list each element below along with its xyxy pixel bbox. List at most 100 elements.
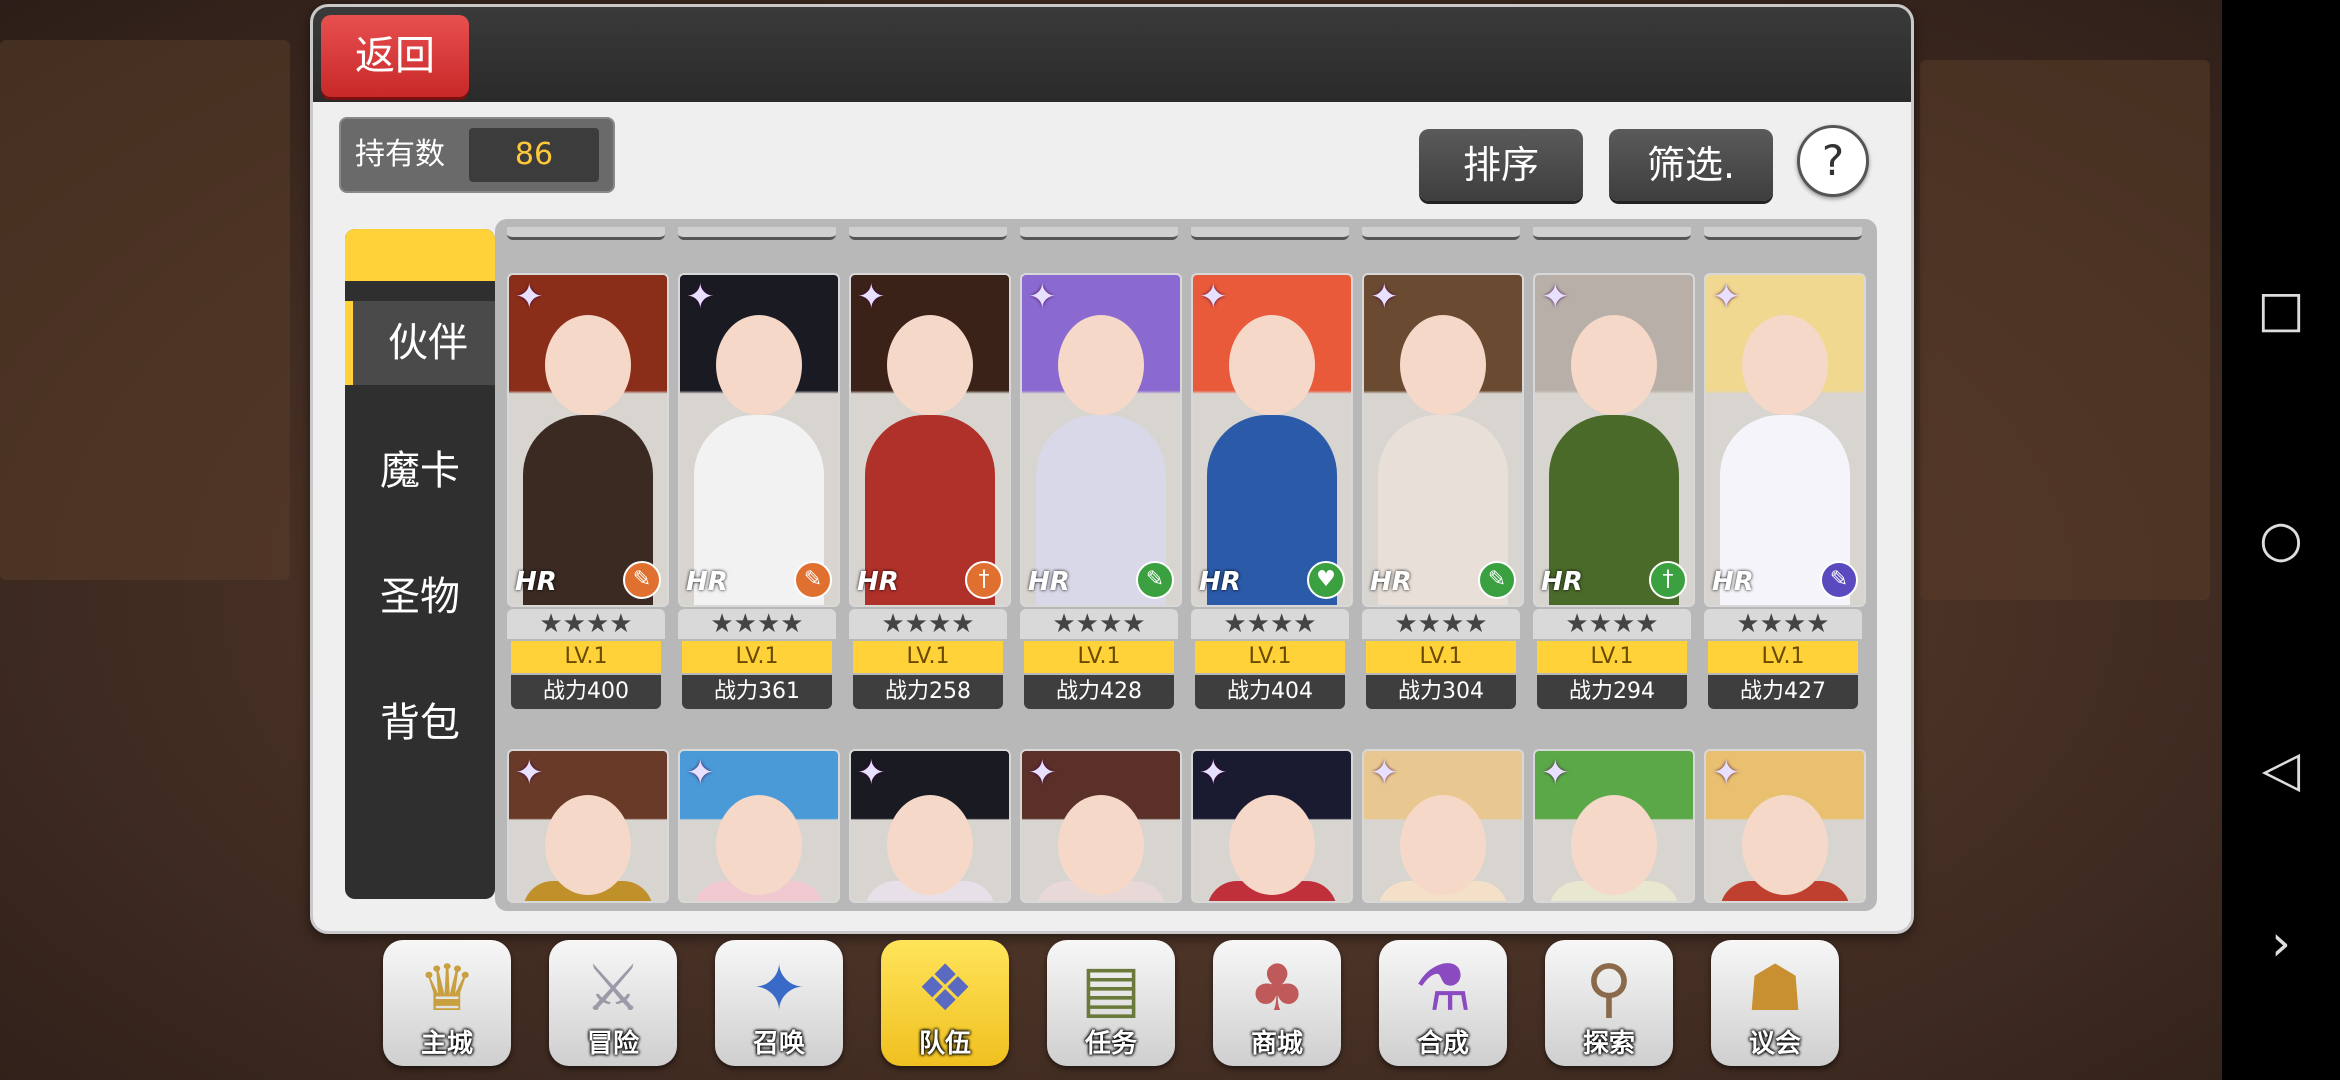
character-card[interactable]: ✦ HR ✎ ★★★★ LV.1 战力361 bbox=[678, 273, 840, 713]
nav-button-8[interactable]: ☗ 议会 bbox=[1711, 940, 1839, 1066]
character-face bbox=[1571, 795, 1657, 895]
character-card[interactable]: ✦ HR ✎ ★★★★ LV.1 战力428 bbox=[1020, 273, 1182, 713]
owned-count-label: 持有数 bbox=[355, 137, 445, 172]
rarity-label: HR bbox=[686, 567, 728, 597]
character-portrait: ✦ bbox=[1704, 749, 1866, 903]
previous-row-edge bbox=[1533, 227, 1691, 240]
star-rating: ★★★★ bbox=[849, 609, 1007, 639]
bg-shelf-right bbox=[1920, 60, 2210, 600]
home-icon[interactable]: ○ bbox=[2252, 510, 2310, 568]
character-portrait: ✦ HR ✎ bbox=[507, 273, 669, 607]
character-face bbox=[1229, 315, 1315, 415]
character-card[interactable]: ✦ HR ✎ ★★★★ LV.1 战力400 bbox=[507, 273, 669, 713]
class-badge-icon: † bbox=[1649, 561, 1687, 599]
power-label: 战力428 bbox=[1024, 675, 1174, 709]
character-card[interactable]: ✦ bbox=[1362, 749, 1524, 909]
nav-button-0[interactable]: ♛ 主城 bbox=[383, 940, 511, 1066]
rarity-crystal-icon: ✦ bbox=[686, 753, 715, 793]
nav-emblem-icon: ♣ bbox=[1248, 952, 1306, 1026]
tab-bag[interactable]: 背包 bbox=[345, 681, 495, 765]
character-card[interactable]: ✦ HR † ★★★★ LV.1 战力294 bbox=[1533, 273, 1695, 713]
tab-magic-card[interactable]: 魔卡 bbox=[345, 429, 495, 513]
character-face bbox=[1742, 315, 1828, 415]
character-card[interactable]: ✦ bbox=[507, 749, 669, 909]
previous-row-edge bbox=[507, 227, 665, 240]
nav-emblem-icon: ▤ bbox=[1080, 952, 1142, 1026]
character-card[interactable]: ✦ HR ♥ ★★★★ LV.1 战力404 bbox=[1191, 273, 1353, 713]
level-label: LV.1 bbox=[1024, 641, 1174, 673]
rarity-crystal-icon: ✦ bbox=[1712, 277, 1741, 317]
rarity-label: HR bbox=[1199, 567, 1241, 597]
header-bar: 返回 bbox=[313, 7, 1911, 102]
character-portrait: ✦ bbox=[678, 749, 840, 903]
rarity-crystal-icon: ✦ bbox=[515, 277, 544, 317]
level-label: LV.1 bbox=[511, 641, 661, 673]
back-icon[interactable]: ◁ bbox=[2252, 740, 2310, 798]
character-card[interactable]: ✦ HR † ★★★★ LV.1 战力258 bbox=[849, 273, 1011, 713]
previous-row-edge bbox=[849, 227, 1007, 240]
rarity-crystal-icon: ✦ bbox=[686, 277, 715, 317]
character-face bbox=[887, 795, 973, 895]
character-portrait: ✦ bbox=[1533, 749, 1695, 903]
character-card[interactable]: ✦ bbox=[1020, 749, 1182, 909]
character-face bbox=[1742, 795, 1828, 895]
rarity-label: HR bbox=[1712, 567, 1754, 597]
character-card[interactable]: ✦ bbox=[1533, 749, 1695, 909]
character-portrait: ✦ HR ✎ bbox=[678, 273, 840, 607]
nav-button-1[interactable]: ⚔ 冒险 bbox=[549, 940, 677, 1066]
power-label: 战力427 bbox=[1708, 675, 1858, 709]
nav-button-2[interactable]: ✦ 召唤 bbox=[715, 940, 843, 1066]
nav-button-5[interactable]: ♣ 商城 bbox=[1213, 940, 1341, 1066]
character-portrait: ✦ bbox=[1362, 749, 1524, 903]
bg-shelf-left bbox=[0, 40, 290, 580]
rarity-label: HR bbox=[515, 567, 557, 597]
character-portrait: ✦ bbox=[849, 749, 1011, 903]
star-rating: ★★★★ bbox=[507, 609, 665, 639]
sort-button[interactable]: 排序 bbox=[1419, 129, 1583, 201]
nav-label: 冒险 bbox=[586, 1029, 639, 1059]
rarity-crystal-icon: ✦ bbox=[515, 753, 544, 793]
class-badge-icon: ✎ bbox=[1478, 561, 1516, 599]
nav-button-4[interactable]: ▤ 任务 bbox=[1047, 940, 1175, 1066]
class-badge-icon: ✎ bbox=[1820, 561, 1858, 599]
tab-relic[interactable]: 圣物 bbox=[345, 555, 495, 639]
character-grid[interactable]: ✦ HR ✎ ★★★★ LV.1 战力400 ✦ HR ✎ ★★★★ LV.1 战力361 ✦ HR † ★★… bbox=[495, 219, 1877, 911]
class-badge-icon: ✎ bbox=[794, 561, 832, 599]
nav-button-6[interactable]: ⚗ 合成 bbox=[1379, 940, 1507, 1066]
star-rating: ★★★★ bbox=[1020, 609, 1178, 639]
character-card[interactable]: ✦ HR ✎ ★★★★ LV.1 战力304 bbox=[1362, 273, 1524, 713]
character-card[interactable]: ✦ bbox=[678, 749, 840, 909]
power-label: 战力361 bbox=[682, 675, 832, 709]
star-rating: ★★★★ bbox=[1704, 609, 1862, 639]
previous-row-edge bbox=[1191, 227, 1349, 240]
nav-button-7[interactable]: ⚲ 探索 bbox=[1545, 940, 1673, 1066]
filter-button[interactable]: 筛选. bbox=[1609, 129, 1773, 201]
character-face bbox=[1058, 795, 1144, 895]
nav-label: 主城 bbox=[420, 1029, 473, 1059]
nav-button-3[interactable]: ❖ 队伍 bbox=[881, 940, 1009, 1066]
character-card[interactable]: ✦ bbox=[1704, 749, 1866, 909]
inventory-panel: 返回 持有数 86 排序 筛选. ? 伙伴 魔卡 圣物 背包 ✦ HR ✎ ★★★★ L… bbox=[310, 4, 1914, 934]
owned-count-value: 86 bbox=[469, 128, 599, 182]
previous-row-edge bbox=[1362, 227, 1520, 240]
class-badge-icon: † bbox=[965, 561, 1003, 599]
rarity-crystal-icon: ✦ bbox=[1712, 753, 1741, 793]
previous-row-edge bbox=[1704, 227, 1862, 240]
power-label: 战力294 bbox=[1537, 675, 1687, 709]
recent-apps-icon[interactable]: □ bbox=[2252, 280, 2310, 338]
character-card[interactable]: ✦ bbox=[1191, 749, 1353, 909]
character-face bbox=[1058, 315, 1144, 415]
rarity-label: HR bbox=[857, 567, 899, 597]
back-button[interactable]: 返回 bbox=[321, 15, 469, 97]
character-card[interactable]: ✦ HR ✎ ★★★★ LV.1 战力427 bbox=[1704, 273, 1866, 713]
character-card[interactable]: ✦ bbox=[849, 749, 1011, 909]
star-rating: ★★★★ bbox=[1191, 609, 1349, 639]
character-portrait: ✦ HR ✎ bbox=[1704, 273, 1866, 607]
nav-emblem-icon: ⚗ bbox=[1414, 952, 1472, 1026]
rarity-crystal-icon: ✦ bbox=[1199, 753, 1228, 793]
help-button[interactable]: ? bbox=[1797, 125, 1869, 197]
expand-chevron-icon[interactable]: › bbox=[2252, 914, 2310, 972]
rarity-label: HR bbox=[1541, 567, 1583, 597]
tab-partner[interactable]: 伙伴 bbox=[345, 301, 495, 385]
character-portrait: ✦ HR ✎ bbox=[1362, 273, 1524, 607]
